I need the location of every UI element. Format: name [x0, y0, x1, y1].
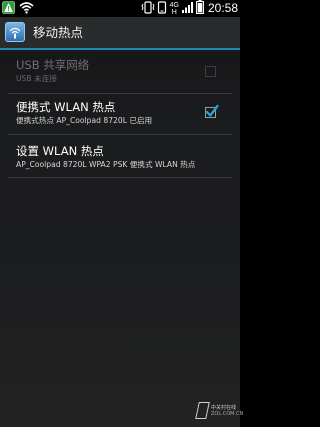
status-bar-left	[2, 1, 34, 16]
wlan-hotspot-setup-title: 设置 WLAN 热点	[16, 144, 104, 158]
wlan-hotspot-checkbox[interactable]	[205, 104, 219, 118]
page-title: 移动热点	[33, 25, 84, 40]
usb-tethering-summary: USB 未连接	[16, 74, 57, 83]
usb-tethering-checkbox	[205, 66, 216, 77]
row-divider	[8, 177, 232, 178]
checkmark-icon	[205, 104, 219, 117]
wifi-hotspot-icon	[19, 0, 34, 18]
action-bar: 移动热点	[0, 17, 240, 50]
usb-tethering-title: USB 共享网络	[16, 58, 90, 72]
status-time: 20:58	[207, 1, 238, 15]
wlan-hotspot-setup-row[interactable]: 设置 WLAN 热点 AP_Coolpad 8720L WPA2 PSK 便携式…	[0, 135, 240, 177]
battery-icon	[196, 0, 204, 18]
status-bar: 4G H 20:58	[0, 0, 240, 17]
wlan-hotspot-setup-summary: AP_Coolpad 8720L WPA2 PSK 便携式 WLAN 热点	[16, 160, 196, 169]
usb-tethering-row: USB 共享网络 USB 未连接	[0, 52, 240, 93]
warning-icon	[2, 0, 15, 18]
network-type-label: 4G	[169, 1, 179, 9]
hotspot-settings-icon[interactable]	[5, 22, 25, 42]
watermark-line1: 中关村在线	[211, 405, 237, 411]
vibrate-icon	[141, 0, 155, 18]
signal-4g-icon: 4G H	[170, 2, 179, 16]
network-sub-label: H	[171, 8, 177, 16]
wlan-hotspot-row[interactable]: 便携式 WLAN 热点 便携式热点 AP_Coolpad 8720L 已启用	[0, 94, 240, 134]
screen: 4G H 20:58 移动热点 USB 共享网络 USB 未连接 便携式 WLA…	[0, 0, 243, 427]
watermark-line2: ZOL.COM.CN	[211, 411, 244, 417]
status-bar-right: 4G H 20:58	[141, 0, 238, 17]
wlan-hotspot-summary: 便携式热点 AP_Coolpad 8720L 已启用	[16, 116, 153, 125]
phone-icon	[157, 0, 167, 18]
wlan-hotspot-title: 便携式 WLAN 热点	[16, 100, 116, 114]
signal-bars-icon	[181, 0, 194, 18]
watermark-logo: 中关村在线 ZOL.COM.CN	[195, 401, 243, 423]
zol-logo-mark	[195, 402, 210, 419]
